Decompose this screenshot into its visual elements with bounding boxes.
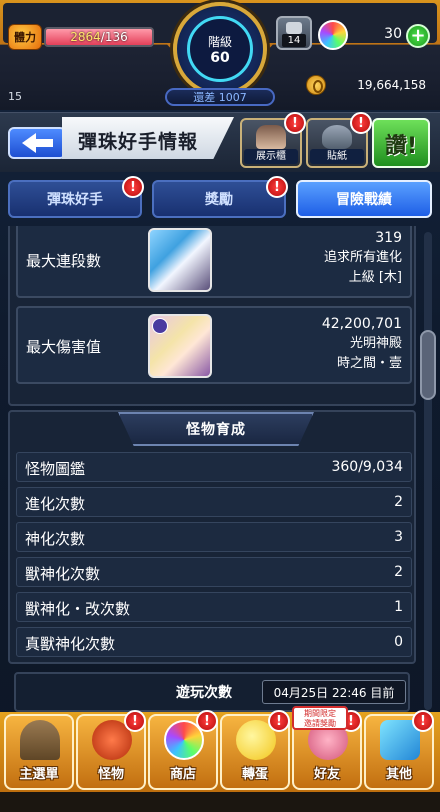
like-button[interactable]: 讚! [372, 118, 430, 168]
nav-label: 主選單 [19, 767, 59, 782]
stat-row: 進化次數 2 [16, 487, 412, 517]
play-count-header: 遊玩次數 04月25日 22:46 目前 [14, 672, 410, 712]
stat-value: 2 [394, 564, 403, 580]
monster-thumbnail[interactable] [148, 314, 212, 378]
records-panel: 最大連段數 319 追求所有進化 上級 [木] 最大傷害值 42,200,701… [8, 226, 416, 406]
friends-promo-badge: 期間限定 邀請獎勵 [292, 706, 348, 730]
tab-bar: 彈珠好手 獎勵 冒險戰績 [0, 176, 440, 226]
back-button[interactable] [8, 127, 66, 159]
monster-box-icon[interactable]: 14 [276, 16, 312, 50]
rank-title: 階級 [207, 34, 232, 49]
record-label: 最大連段數 [26, 252, 102, 270]
stat-key: 神化次數 [25, 530, 86, 548]
nav-label: 商店 [169, 767, 196, 782]
content-scroll-area[interactable]: 最大連段數 319 追求所有進化 上級 [木] 最大傷害值 42,200,701… [8, 226, 418, 712]
stat-key: 進化次數 [25, 495, 86, 513]
nav-monsters-alert-badge: ! [124, 710, 146, 732]
coin-icon [306, 75, 326, 95]
stat-key: 獸神化次數 [25, 565, 101, 583]
section-header: 怪物育成 [118, 412, 314, 446]
box-count: 14 [282, 34, 306, 47]
stat-key: 怪物圖鑑 [25, 460, 86, 478]
stat-value: 360/9,034 [331, 459, 403, 475]
stat-key: 獸神化・改次數 [25, 600, 131, 618]
page-title: 彈珠好手情報 [78, 131, 199, 153]
exp-remaining: 還差 1007 [165, 88, 275, 106]
monster-training-panel: 怪物育成 怪物圖鑑 360/9,034 進化次數 2 神化次數 3 獸神化次數 … [8, 410, 416, 664]
stamina-max: /136 [100, 30, 128, 44]
stat-row: 怪物圖鑑 360/9,034 [16, 452, 412, 482]
bottom-strip [0, 792, 440, 812]
stamina-text: 2864/136 [46, 29, 152, 45]
stat-row: 神化次數 3 [16, 522, 412, 552]
stat-value: 3 [394, 529, 403, 545]
home-gate-icon [20, 720, 60, 760]
record-card: 最大連段數 319 追求所有進化 上級 [木] [16, 226, 412, 298]
tab-adventure-record[interactable]: 冒險戰績 [296, 180, 432, 218]
stamina-current: 2864 [70, 30, 101, 44]
top-hud: 體力 2864/136 階級 60 還差 1007 14 30 + 15 19,… [0, 0, 440, 110]
nav-label: 好友 [313, 767, 340, 782]
back-arrow-icon [21, 133, 36, 153]
showcase-figure-icon [256, 125, 286, 149]
play-count-date: 04月25日 22:46 目前 [262, 680, 406, 704]
app-root: 體力 2864/136 階級 60 還差 1007 14 30 + 15 19,… [0, 0, 440, 812]
sticker-label: 貼紙 [310, 149, 364, 164]
rank-inner-ring: 階級 60 [187, 16, 253, 82]
stat-row: 獸神化・改次數 1 [16, 592, 412, 622]
nav-other-alert-badge: ! [412, 710, 434, 732]
sticker-alert-badge: ! [350, 112, 372, 134]
monster-element-icon [152, 318, 168, 334]
record-quest: 光明神殿 [349, 336, 402, 351]
like-label: 讚! [384, 134, 418, 159]
stat-value: 0 [394, 634, 403, 650]
record-card: 最大傷害值 42,200,701 光明神殿 時之間・壹 [16, 306, 412, 384]
record-details: 319 追求所有進化 上級 [木] [222, 228, 402, 288]
stat-value: 1 [394, 599, 403, 615]
play-count-title: 遊玩次數 [176, 685, 232, 701]
nav-label: 其他 [385, 767, 412, 782]
add-orb-button[interactable]: + [406, 24, 430, 48]
nav-gacha-alert-badge: ! [268, 710, 290, 732]
coin-count: 19,664,158 [357, 78, 426, 92]
record-stage: 上級 [木] [348, 270, 402, 285]
nav-label: 轉蛋 [241, 767, 268, 782]
stat-key: 真獸神化次數 [25, 635, 116, 653]
stamina-meter[interactable]: 體力 2864/136 [8, 24, 156, 50]
record-label: 最大傷害值 [26, 338, 102, 356]
stamina-bar: 2864/136 [44, 27, 154, 47]
record-value: 42,200,701 [321, 316, 402, 332]
record-stage: 時之間・壹 [336, 356, 402, 371]
record-quest: 追求所有進化 [323, 250, 402, 265]
showcase-label: 展示櫃 [244, 149, 298, 164]
scrollbar-track[interactable] [424, 232, 432, 710]
tab-marble-player-alert-badge: ! [122, 176, 144, 198]
stat-value: 2 [394, 494, 403, 510]
tab-rewards-alert-badge: ! [266, 176, 288, 198]
stat-row: 獸神化次數 2 [16, 557, 412, 587]
orb-icon [318, 20, 348, 50]
record-details: 42,200,701 光明神殿 時之間・壹 [222, 314, 402, 374]
nav-label: 怪物 [97, 767, 124, 782]
scrollbar-thumb[interactable] [420, 330, 436, 400]
nav-shop-alert-badge: ! [196, 710, 218, 732]
monster-thumbnail[interactable] [148, 228, 212, 292]
sticker-figure-icon [322, 125, 352, 149]
stamina-label: 體力 [8, 24, 42, 50]
rank-value: 60 [210, 49, 230, 66]
nav-main-menu[interactable]: 主選單 [4, 714, 74, 790]
orb-count: 30 [384, 26, 402, 42]
showcase-alert-badge: ! [284, 112, 306, 134]
stat-row: 真獸神化次數 0 [16, 627, 412, 657]
rank-badge[interactable]: 階級 60 [173, 2, 267, 96]
record-value: 319 [375, 230, 402, 246]
hud-left-number: 15 [8, 90, 22, 103]
back-arrow-shaft [34, 139, 53, 147]
